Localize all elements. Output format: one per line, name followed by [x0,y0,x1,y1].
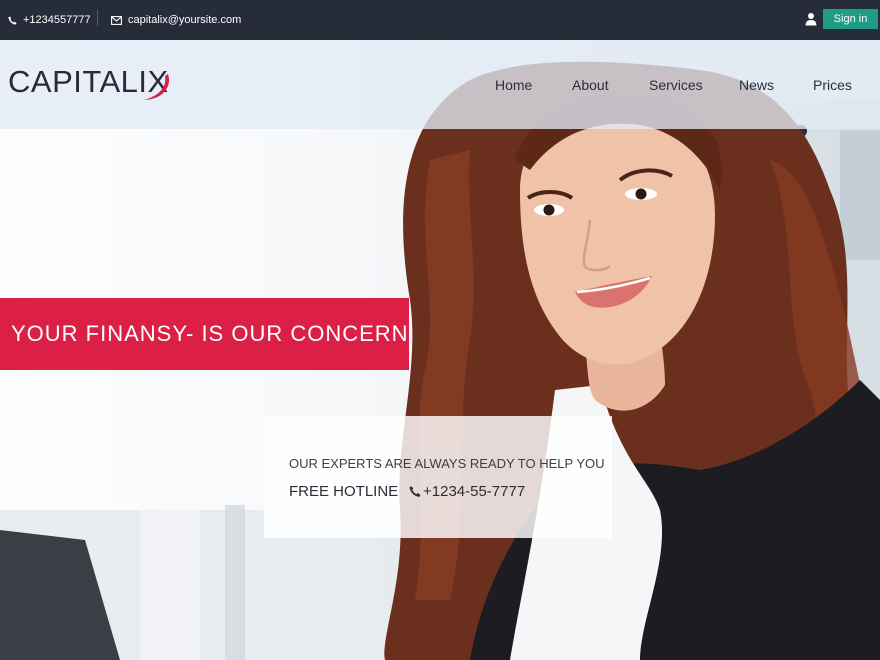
site-logo[interactable]: CAPITALIX [8,62,173,106]
topbar-email[interactable]: capitalix@yoursite.com [111,0,241,40]
phone-icon [8,15,17,25]
hotline-info-box: OUR EXPERTS ARE ALWAYS READY TO HELP YOU… [264,416,612,538]
topbar-phone-text: +1234557777 [23,14,91,26]
nav-news[interactable]: News [739,77,774,97]
nav-about[interactable]: About [572,77,609,97]
user-icon[interactable] [805,12,817,26]
envelope-icon [111,15,122,25]
topbar-divider [97,10,98,26]
hero-tagline-banner: YOUR FINANSY- IS OUR CONCERN [0,298,409,370]
topbar-email-text: capitalix@yoursite.com [128,14,242,26]
nav-services[interactable]: Services [649,77,703,97]
logo-swoosh-icon [144,74,169,100]
nav-prices[interactable]: Prices [813,77,852,97]
hotline-number-link[interactable]: +1234-55-7777 [409,483,525,500]
top-bar: +1234557777 capitalix@yoursite.com Sign … [0,0,880,40]
hotline-number: +1234-55-7777 [423,483,526,500]
topbar-phone[interactable]: +1234557777 [8,0,91,40]
nav-home[interactable]: Home [495,77,532,97]
hotline-label: FREE HOTLINE [289,483,399,500]
phone-icon [409,486,421,497]
experts-text: OUR EXPERTS ARE ALWAYS READY TO HELP YOU [289,456,605,471]
sign-in-button[interactable]: Sign in [823,9,878,29]
hero-tagline-text: YOUR FINANSY- IS OUR CONCERN [11,321,409,346]
